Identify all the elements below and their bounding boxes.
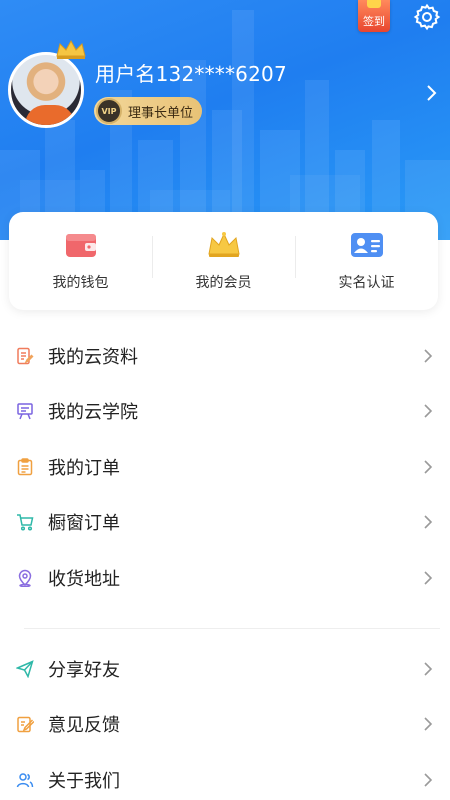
gift-icon [367,0,381,8]
menu-label: 我的订单 [48,457,120,479]
chevron-right-icon [424,349,433,363]
chevron-right-icon[interactable] [424,82,438,104]
menu-item-about-us[interactable]: 关于我们 [0,752,450,800]
menu-label: 橱窗订单 [48,513,120,535]
chevron-right-icon [424,404,433,418]
menu-item-feedback[interactable]: 意见反馈 [0,697,450,753]
feedback-edit-icon [17,717,34,733]
membership-button[interactable]: 我的会员 [152,212,295,310]
menu-label: 收货地址 [48,568,120,590]
people-icon [16,773,34,788]
sign-in-label: 签到 [363,15,385,28]
document-edit-icon [17,347,34,364]
menu-label: 分享好友 [48,659,120,681]
chevron-right-icon [424,717,433,731]
quick-actions-card: 我的钱包 我的会员 实名认证 [9,212,438,310]
membership-level-label: 理事长单位 [128,105,194,121]
avatar-photo [8,52,84,128]
settings-gear-icon[interactable] [412,2,442,32]
id-verification-label: 实名认证 [338,275,395,291]
profile-header: 签到 用户名132****6207 VIP 理事长单位 [0,0,450,240]
menu-item-showcase-orders[interactable]: 橱窗订单 [0,495,450,551]
menu-divider [24,628,440,629]
wallet-icon [65,234,96,257]
menu-item-cloud-academy[interactable]: 我的云学院 [0,384,450,440]
menu-label: 我的云资料 [48,346,138,368]
vip-icon: VIP [96,98,122,124]
clipboard-icon [17,458,33,475]
menu-list: 我的云资料 我的云学院 我的订单 橱窗订单 收货地址 [0,328,450,606]
id-verification-button[interactable]: 实名认证 [295,212,438,310]
secondary-menu-list: 分享好友 意见反馈 关于我们 [0,641,450,800]
chevron-right-icon [424,515,433,529]
menu-item-shipping-address[interactable]: 收货地址 [0,550,450,606]
menu-label: 关于我们 [48,770,120,792]
wallet-button[interactable]: 我的钱包 [9,212,152,310]
presentation-board-icon [17,403,33,420]
membership-label: 我的会员 [195,275,252,291]
chevron-right-icon [424,460,433,474]
shopping-cart-icon [17,514,34,531]
avatar[interactable] [8,39,86,130]
crown-icon [56,39,86,59]
username: 用户名132****6207 [95,62,287,86]
menu-label: 意见反馈 [48,715,120,737]
chevron-right-icon [424,662,433,676]
crown-icon [207,232,240,257]
wallet-label: 我的钱包 [52,275,109,291]
menu-item-cloud-docs[interactable]: 我的云资料 [0,328,450,384]
membership-badge[interactable]: VIP 理事长单位 [94,97,202,125]
paper-plane-icon [16,659,34,678]
chevron-right-icon [424,773,433,787]
sign-in-button[interactable]: 签到 [358,0,390,32]
menu-label: 我的云学院 [48,402,138,424]
menu-item-orders[interactable]: 我的订单 [0,439,450,495]
menu-item-share-friends[interactable]: 分享好友 [0,641,450,697]
id-card-icon [350,233,383,257]
chevron-right-icon [424,571,433,585]
location-pin-icon [18,569,32,587]
